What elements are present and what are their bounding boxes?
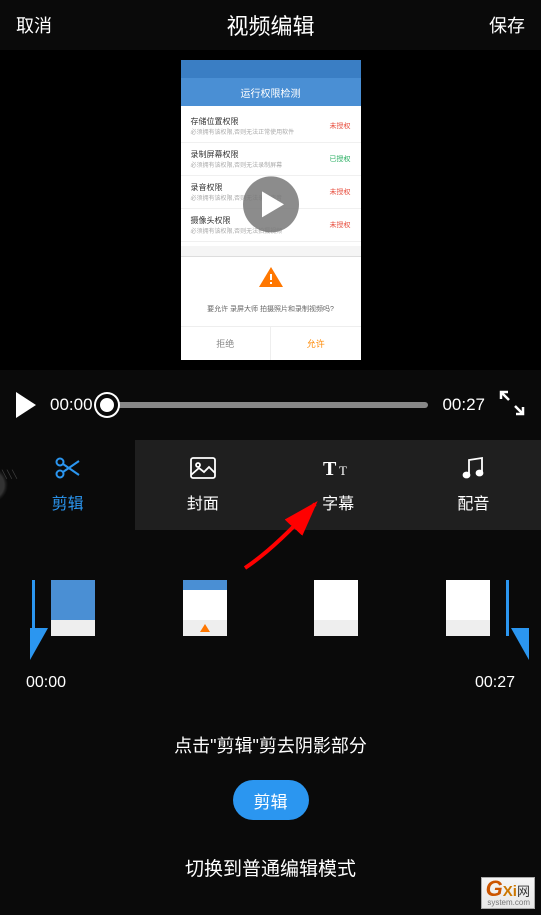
watermark-badge: GXi网 system.com xyxy=(481,877,535,909)
music-icon xyxy=(462,456,484,480)
image-icon xyxy=(190,456,216,480)
progress-slider[interactable] xyxy=(107,402,429,408)
total-time: 00:27 xyxy=(442,395,485,415)
timeline-frame xyxy=(446,580,490,636)
save-button[interactable]: 保存 xyxy=(489,12,525,38)
svg-text:T: T xyxy=(339,463,347,478)
text-icon: T T xyxy=(323,456,353,480)
mode-switch-link[interactable]: 切换到普通编辑模式 xyxy=(24,854,517,881)
tab-trim-label: 剪辑 xyxy=(52,490,84,514)
warning-icon xyxy=(259,267,283,287)
tab-subtitle-label: 字幕 xyxy=(322,490,354,514)
tab-cover[interactable]: 封面 xyxy=(135,440,270,530)
play-overlay-icon[interactable] xyxy=(243,176,299,232)
current-time: 00:00 xyxy=(50,395,93,415)
video-frame-mockup: 运行权限检测 存储位置权限必须拥有该权限,否则无法正常使用软件未授权 录制屏幕权… xyxy=(181,60,361,360)
tab-audio[interactable]: 配音 xyxy=(406,440,541,530)
timeline-frame xyxy=(51,580,95,636)
timeline-frame xyxy=(314,580,358,636)
cancel-button[interactable]: 取消 xyxy=(16,12,52,38)
page-title: 视频编辑 xyxy=(226,9,314,41)
timeline-start-label: 00:00 xyxy=(26,674,66,692)
lens-decoration: ╲ ╲ ╲ xyxy=(0,440,22,530)
timeline-frame xyxy=(183,580,227,636)
trim-hint-text: 点击"剪辑"剪去阴影部分 xyxy=(24,732,517,758)
tab-audio-label: 配音 xyxy=(457,490,489,514)
scissors-icon xyxy=(55,456,81,480)
timeline-section: 00:00 00:27 点击"剪辑"剪去阴影部分 剪辑 切换到普通编辑模式 xyxy=(0,530,541,881)
fullscreen-button[interactable] xyxy=(499,390,525,421)
progress-thumb[interactable] xyxy=(96,394,118,416)
video-preview[interactable]: 运行权限检测 存储位置权限必须拥有该权限,否则无法正常使用软件未授权 录制屏幕权… xyxy=(0,50,541,370)
play-button[interactable] xyxy=(16,392,36,418)
playback-controls: 00:00 00:27 xyxy=(0,370,541,440)
trim-action-button[interactable]: 剪辑 xyxy=(233,780,309,820)
tab-cover-label: 封面 xyxy=(187,490,219,514)
timeline-end-label: 00:27 xyxy=(475,674,515,692)
timeline-track[interactable] xyxy=(32,580,509,640)
tab-subtitle[interactable]: T T 字幕 xyxy=(271,440,406,530)
header-bar: 取消 视频编辑 保存 xyxy=(0,0,541,50)
editor-tabs: 剪辑 封面 T T 字幕 配音 xyxy=(0,440,541,530)
svg-text:T: T xyxy=(323,458,337,479)
